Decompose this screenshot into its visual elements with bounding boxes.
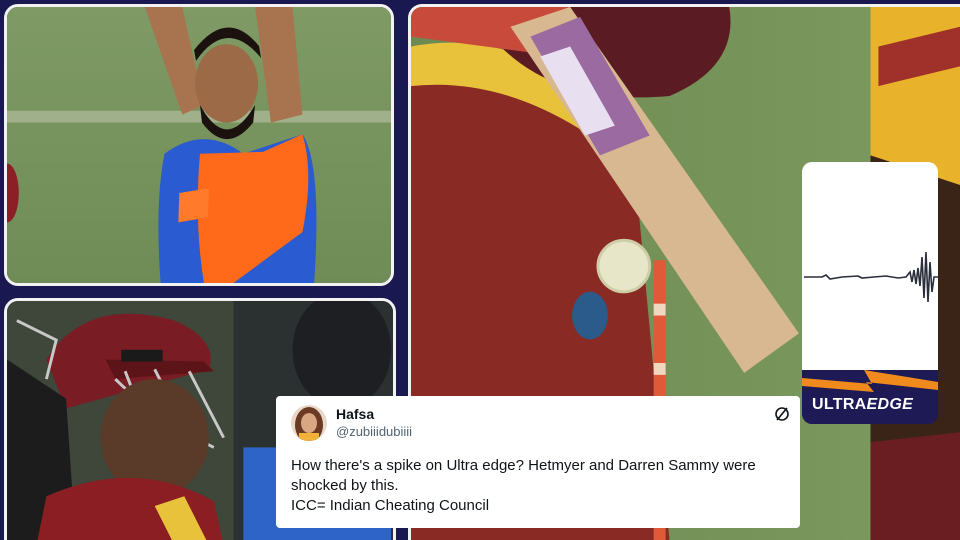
ultraedge-label: ULTRAEDGE	[812, 396, 914, 413]
tweet-text-line: How there's a spike on Ultra edge? Hetmy…	[291, 457, 756, 474]
ultraedge-spike-waveform	[804, 251, 938, 303]
x-logo-icon[interactable]	[774, 406, 790, 422]
tweet-text: How there's a spike on Ultra edge? Hetmy…	[291, 456, 791, 516]
author-avatar[interactable]	[291, 405, 327, 441]
ultraedge-logo: ULTRAEDGE	[802, 370, 938, 424]
tweet-card[interactable]: Hafsa @zubiiidubiiii How there's a spike…	[276, 396, 800, 528]
avatar-image	[291, 405, 327, 441]
ultraedge-graphic: ULTRAEDGE	[802, 162, 938, 424]
bowler-photo-panel	[4, 4, 394, 286]
bowler-photo	[7, 7, 391, 283]
tweet-text-line: shocked by this.	[291, 477, 399, 494]
tweet-text-line: ICC= Indian Cheating Council	[291, 497, 490, 514]
author-name[interactable]: Hafsa	[336, 406, 374, 422]
author-handle[interactable]: @zubiiidubiiii	[336, 424, 412, 439]
